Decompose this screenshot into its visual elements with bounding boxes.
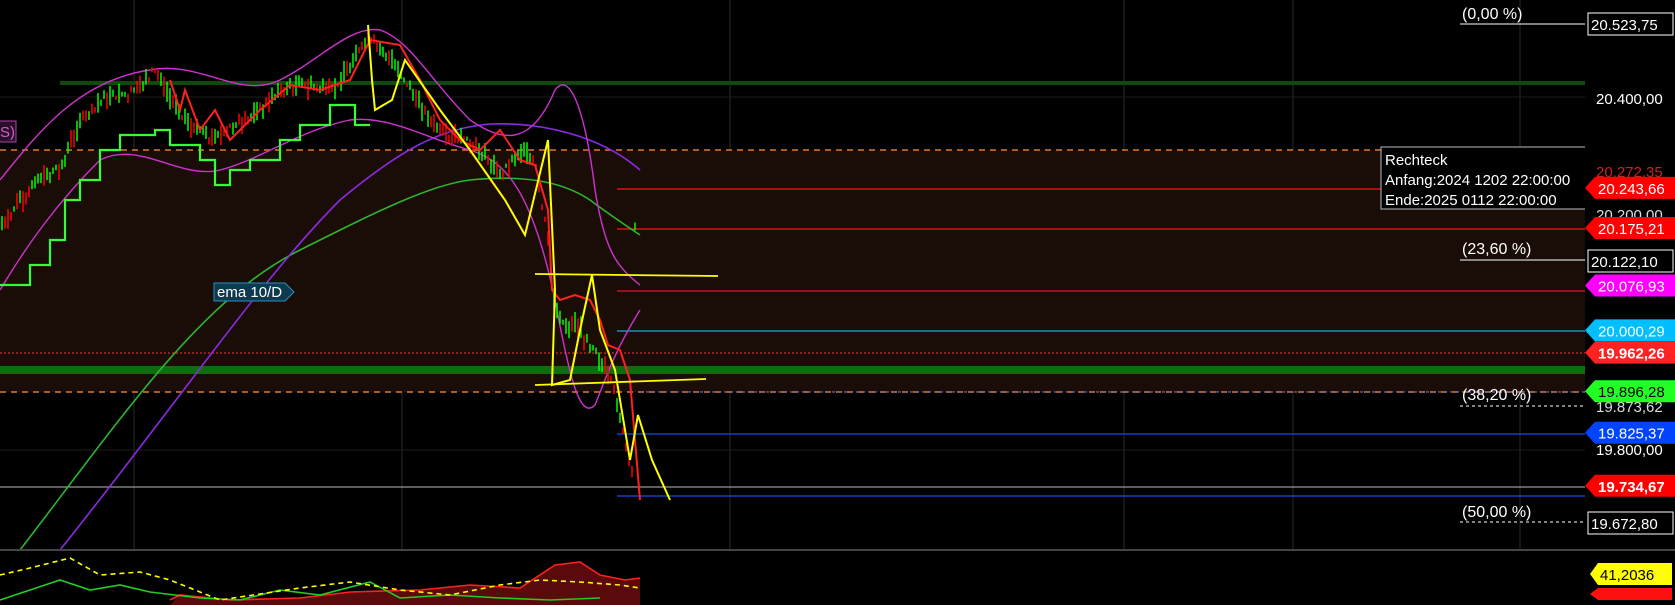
green-band-mid xyxy=(0,366,1585,374)
fib-label-50: (50,00 %) xyxy=(1462,504,1531,521)
ema-tag-label: ema 10/D xyxy=(217,284,282,301)
level-tag: 20.243,66 xyxy=(1585,176,1675,199)
oscillator-tag-red xyxy=(1590,588,1672,600)
rectangle-info-box[interactable]: Rechteck Anfang:2024 1202 22:00:00 Ende:… xyxy=(1380,146,1605,210)
level-tag-label: 20.000,29 xyxy=(1598,323,1665,340)
level-tag-label: 19.896,28 xyxy=(1598,384,1665,401)
fib-label-0: (0,00 %) xyxy=(1462,6,1522,23)
level-tag-label: 19.962,26 xyxy=(1598,346,1665,363)
trading-chart[interactable]: (0,00 %) (23,60 %) (38,20 %) (50,00 %) e… xyxy=(0,0,1675,605)
level-tag-label: 19.825,37 xyxy=(1598,426,1665,443)
level-tag-label: 20.243,66 xyxy=(1598,181,1665,198)
level-tag: 20.175,21 xyxy=(1585,216,1675,239)
rectangle-info-title: Rechteck xyxy=(1385,152,1448,169)
y-tick-20400: 20.400,00 xyxy=(1596,91,1663,108)
level-tag: 19.734,67 xyxy=(1585,474,1675,497)
oscillator-value: 41,2036 xyxy=(1600,567,1654,584)
fib-label-236: (23,60 %) xyxy=(1462,241,1531,258)
green-band-top xyxy=(60,81,1585,85)
rectangle-info-end: Ende:2025 0112 22:00:00 xyxy=(1385,192,1557,209)
fib-price-50: 19.672,80 xyxy=(1591,516,1658,533)
ema-tag[interactable]: ema 10/D xyxy=(213,282,295,302)
level-tag: 19.962,26 xyxy=(1585,341,1675,364)
level-tag: 20.000,29 xyxy=(1585,319,1675,342)
level-tag-label: 19.734,67 xyxy=(1598,479,1665,496)
left-edge-tag-label: S) xyxy=(0,124,15,141)
level-tag-label: 20.076,93 xyxy=(1598,278,1665,295)
level-tag: 20.076,93 xyxy=(1585,274,1675,297)
fib-price-0: 20.523,75 xyxy=(1591,17,1658,34)
fib-price-236: 20.122,10 xyxy=(1591,254,1658,271)
y-tick-19800: 19.800,00 xyxy=(1596,442,1663,459)
fib-label-382: (38,20 %) xyxy=(1462,387,1531,404)
level-tag-label: 20.175,21 xyxy=(1598,221,1665,238)
left-edge-tag: S) xyxy=(0,120,17,143)
rectangle-zone[interactable] xyxy=(0,150,1595,392)
rectangle-info-start: Anfang:2024 1202 22:00:00 xyxy=(1385,172,1570,189)
level-tag: 19.825,37 xyxy=(1585,421,1675,444)
level-tag: 19.896,28 xyxy=(1585,380,1675,403)
